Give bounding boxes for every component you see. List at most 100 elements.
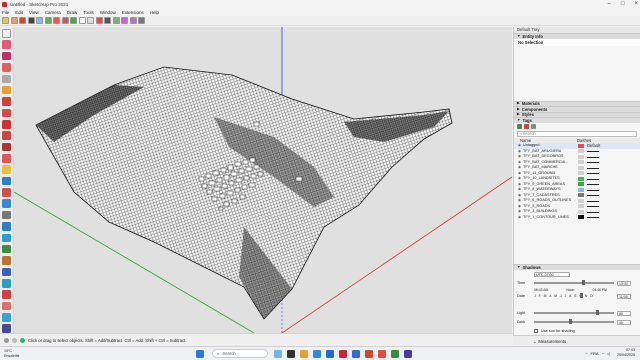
tag-color-swatch[interactable] [578, 215, 584, 220]
zoom-extents-icon[interactable] [2, 301, 11, 311]
paint-bucket-icon[interactable] [19, 17, 26, 24]
light-value[interactable]: 80 [617, 310, 631, 316]
extension-warehouse-icon[interactable] [121, 17, 128, 24]
eraser-icon[interactable] [10, 17, 18, 24]
tag-dash-line[interactable] [587, 200, 599, 202]
layout-icon[interactable] [129, 17, 137, 24]
tag-color-swatch[interactable] [578, 176, 584, 181]
time-slider-knob[interactable] [581, 280, 585, 286]
menu-tools[interactable]: Tools [83, 10, 94, 15]
tag-color-swatch[interactable] [578, 143, 584, 148]
tag-search-input[interactable]: ⌕ Search [517, 130, 637, 137]
tape-measure-icon[interactable] [2, 199, 11, 209]
section-plane-icon[interactable] [2, 324, 11, 333]
light-slider-knob[interactable] [595, 310, 599, 316]
word-icon[interactable] [352, 349, 360, 358]
tag-dash-line[interactable] [587, 156, 599, 158]
menu-edit[interactable]: Edit [15, 10, 23, 15]
tag-dash-line[interactable] [587, 167, 599, 169]
menu-view[interactable]: View [29, 10, 39, 15]
move-tool-icon[interactable] [61, 17, 69, 24]
rotate-tool-icon[interactable] [70, 17, 77, 24]
time-value[interactable]: 13:30 [617, 280, 631, 286]
polygon-icon[interactable] [2, 108, 11, 118]
powerpoint-icon[interactable] [365, 349, 373, 358]
utc-select[interactable]: UTC-07:00 [534, 271, 570, 277]
followme-icon[interactable] [2, 142, 11, 152]
tag-color-swatch[interactable] [578, 182, 584, 187]
arc-icon[interactable] [2, 119, 11, 129]
dark-value[interactable]: 45 [617, 319, 631, 325]
teams-icon[interactable] [404, 349, 412, 358]
dimension-icon[interactable] [2, 210, 11, 220]
tag-color-swatch[interactable] [578, 209, 584, 214]
tag-color-swatch[interactable] [578, 149, 584, 154]
menu-extensions[interactable]: Extensions [122, 10, 144, 15]
time-slider[interactable] [534, 280, 614, 286]
close-icon[interactable]: × [634, 0, 638, 8]
tag-dash-line[interactable] [587, 184, 599, 185]
minimize-icon[interactable]: – [608, 0, 611, 8]
menu-window[interactable]: Window [100, 10, 116, 15]
orbit-icon[interactable] [87, 17, 94, 24]
model-viewport[interactable] [14, 27, 512, 333]
use-sun-checkbox[interactable] [534, 329, 538, 333]
measurements-box[interactable]: ⌄ Measurements [513, 335, 640, 346]
menu-camera[interactable]: Camera [45, 10, 61, 15]
dark-slider-knob[interactable] [568, 319, 572, 325]
tag-dash-line[interactable] [587, 173, 599, 174]
lang-indicator[interactable]: FRA [591, 351, 599, 356]
sketchup-taskbar-icon[interactable] [339, 349, 347, 358]
acrobat-icon[interactable] [378, 349, 386, 358]
account-icon[interactable] [20, 337, 25, 343]
volume-icon[interactable]: ◁ [607, 351, 610, 356]
weather-widget[interactable]: 15°C Ensoleillé [4, 349, 19, 357]
tag-color-swatch[interactable] [578, 171, 584, 176]
tag-color-swatch[interactable] [578, 160, 584, 165]
arrow-select-icon[interactable] [2, 29, 11, 38]
tag-dash-line[interactable] [587, 195, 599, 196]
excel-icon[interactable] [391, 349, 399, 358]
axes-tool-icon[interactable] [2, 244, 11, 254]
tag-color-swatch[interactable] [578, 204, 584, 209]
text-tool-icon[interactable] [2, 233, 11, 243]
paint-tool-icon[interactable] [2, 51, 11, 61]
credits-icon[interactable] [12, 337, 17, 343]
date-slider-knob[interactable] [580, 293, 584, 298]
delete-tag-icon[interactable] [524, 123, 529, 129]
zoom-icon[interactable] [104, 17, 111, 24]
chevron-up-icon[interactable]: ^ [586, 351, 588, 356]
orbit-tool-icon[interactable] [2, 267, 11, 277]
line-tool-icon[interactable] [27, 17, 35, 24]
pushpull-tool-icon[interactable] [2, 131, 11, 140]
tag-dash-line[interactable] [587, 211, 599, 213]
file-explorer-icon[interactable] [300, 349, 308, 358]
walk-icon[interactable] [2, 313, 11, 322]
tag-color-swatch[interactable] [578, 193, 584, 198]
protractor-icon[interactable] [2, 222, 11, 231]
date-value[interactable]: 11/08 [617, 293, 631, 299]
tag-color-swatch[interactable] [578, 154, 584, 159]
push-pull-icon[interactable] [53, 17, 60, 24]
geolocation-icon[interactable] [4, 337, 9, 343]
taskbar-search[interactable]: ⌕ Search [212, 349, 268, 358]
tag-color-swatch[interactable] [578, 165, 584, 170]
maximize-icon[interactable]: □ [621, 0, 625, 8]
rectangle-icon[interactable] [2, 85, 11, 95]
tag-dash-line[interactable] [587, 217, 599, 218]
dark-slider[interactable] [534, 319, 614, 325]
line-pencil-icon[interactable] [2, 63, 11, 72]
tag-dash-label[interactable]: Default [587, 143, 600, 149]
tag-dash-line[interactable] [587, 151, 599, 152]
menu-help[interactable]: Help [150, 10, 159, 15]
offset-icon[interactable] [2, 154, 11, 163]
freehand-icon[interactable] [2, 74, 11, 84]
tag-color-swatch[interactable] [578, 198, 584, 203]
rotate-icon[interactable] [2, 176, 11, 186]
tag-details-icon[interactable] [531, 123, 536, 129]
tag-row[interactable]: ◉ TFY_1_CONTOUR_LINES [514, 215, 640, 221]
3d-text-icon[interactable] [2, 256, 11, 265]
light-slider[interactable] [534, 310, 614, 316]
tag-dash-line[interactable] [587, 162, 599, 163]
shapes-tool-icon[interactable] [44, 17, 52, 24]
